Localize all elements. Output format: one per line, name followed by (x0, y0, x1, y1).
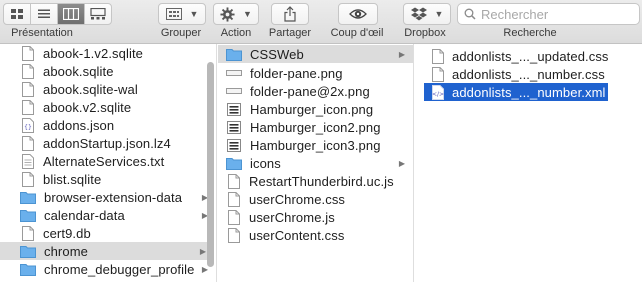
folder-icon (20, 243, 36, 259)
group-button[interactable]: ▼ (158, 3, 206, 25)
folder-icon (226, 46, 242, 62)
share-button[interactable] (271, 3, 309, 25)
image-file-icon (226, 83, 242, 99)
list-item[interactable]: icons ▶ (218, 154, 413, 172)
icon-view-button[interactable] (4, 4, 31, 24)
document-icon (21, 225, 35, 241)
search-field[interactable]: Rechercher (457, 3, 640, 25)
disclosure-arrow-icon: ▶ (199, 246, 206, 256)
list-view-button[interactable] (31, 4, 58, 24)
dropbox-label: Dropbox (404, 27, 446, 39)
list-item[interactable]: abook-1.v2.sqlite (0, 44, 216, 62)
list-item[interactable]: cert9.db (0, 224, 216, 242)
document-icon (227, 227, 241, 243)
list-item[interactable]: browser-extension-data ▶ (0, 188, 216, 206)
view-mode-segmented-control[interactable] (3, 3, 112, 25)
document-icon (227, 191, 241, 207)
list-item[interactable]: {} addons.json (0, 116, 216, 134)
folder-icon (226, 155, 242, 171)
document-icon (431, 66, 445, 82)
list-item[interactable]: abook.sqlite-wal (0, 80, 216, 98)
list-item[interactable]: folder-pane.png (218, 64, 413, 82)
list-item[interactable]: abook.v2.sqlite (0, 98, 216, 116)
folder-icon (20, 189, 36, 205)
document-icon (227, 209, 241, 225)
list-item[interactable]: folder-pane@2x.png (218, 82, 413, 100)
column-profile: abook-1.v2.sqlite abook.sqlite abook.sql… (0, 44, 217, 282)
list-item[interactable]: userContent.css (218, 226, 413, 244)
column-view-button[interactable] (58, 4, 85, 24)
chevron-down-icon: ▼ (243, 9, 252, 19)
list-item[interactable]: abook.sqlite (0, 62, 216, 80)
xml-file-icon: </> (431, 84, 445, 100)
list-item[interactable]: Hamburger_icon3.png (218, 136, 413, 154)
gallery-icon (90, 8, 106, 20)
search-placeholder: Rechercher (481, 6, 549, 22)
presentation-label: Présentation (11, 27, 73, 39)
share-icon (284, 6, 296, 22)
document-icon (21, 81, 35, 97)
list-item[interactable]: AlternateServices.txt (0, 152, 216, 170)
list-item[interactable]: RestartThunderbird.uc.js (218, 172, 413, 190)
list-item-selected[interactable]: chrome ▶ (0, 242, 208, 260)
document-icon (21, 45, 35, 61)
dropbox-button[interactable]: ▼ (403, 3, 451, 25)
folder-icon (20, 261, 36, 277)
document-icon (21, 63, 35, 79)
column-cssweb: addonlists_..._updated.css addonlists_..… (415, 44, 642, 282)
image-file-icon (226, 65, 242, 81)
list-item[interactable]: addonStartup.json.lz4 (0, 134, 216, 152)
list-lines-icon (38, 9, 50, 18)
hamburger-image-icon (226, 137, 242, 153)
finder-toolbar: Présentation ▼ Grouper ▼ Action Partager… (0, 0, 642, 44)
document-icon (21, 135, 35, 151)
scrollbar-thumb[interactable] (207, 62, 214, 267)
document-icon (21, 99, 35, 115)
group-label: Grouper (160, 27, 202, 39)
document-icon (21, 171, 35, 187)
action-button[interactable]: ▼ (213, 3, 259, 25)
columns-icon (63, 8, 79, 20)
list-item[interactable]: addonlists_..._updated.css (415, 47, 642, 65)
list-item[interactable]: Hamburger_icon.png (218, 100, 413, 118)
list-item[interactable]: blist.sqlite (0, 170, 216, 188)
list-item[interactable]: calendar-data ▶ (0, 206, 216, 224)
search-label: Recherche (503, 27, 557, 39)
column-chrome: CSSWeb ▶ folder-pane.png folder-pane@2x.… (218, 44, 414, 282)
list-item[interactable]: chrome_debugger_profile ▶ (0, 260, 216, 278)
action-label: Action (220, 27, 252, 39)
document-icon (431, 48, 445, 64)
chevron-down-icon: ▼ (434, 9, 444, 19)
gear-icon (220, 6, 235, 22)
group-grid-icon (165, 8, 182, 20)
chevron-down-icon: ▼ (189, 9, 199, 19)
list-item-selected[interactable]: </> addonlists_..._number.xml (424, 83, 608, 101)
svg-text:{}: {} (24, 124, 32, 131)
list-item[interactable]: Hamburger_icon2.png (218, 118, 413, 136)
list-item[interactable]: addonlists_..._number.css (415, 65, 642, 83)
list-item-selected[interactable]: CSSWeb ▶ (218, 45, 413, 63)
document-icon (227, 173, 241, 189)
folder-icon (20, 207, 36, 223)
disclosure-arrow-icon: ▶ (398, 49, 405, 59)
disclosure-arrow-icon: ▶ (398, 158, 405, 168)
hamburger-image-icon (226, 119, 242, 135)
quicklook-button[interactable] (338, 3, 378, 25)
json-file-icon: {} (21, 117, 35, 133)
quicklook-label: Coup d'œil (330, 27, 384, 39)
list-item[interactable]: userChrome.js (218, 208, 413, 226)
search-icon (464, 8, 476, 20)
icon-grid-icon (11, 9, 23, 19)
eye-icon (349, 9, 367, 19)
dropbox-icon (410, 7, 427, 21)
hamburger-image-icon (226, 101, 242, 117)
svg-text:</>: </> (432, 91, 444, 98)
list-item[interactable]: userChrome.css (218, 190, 413, 208)
text-file-icon (21, 153, 35, 169)
gallery-view-button[interactable] (85, 4, 111, 24)
share-label: Partager (268, 27, 312, 39)
